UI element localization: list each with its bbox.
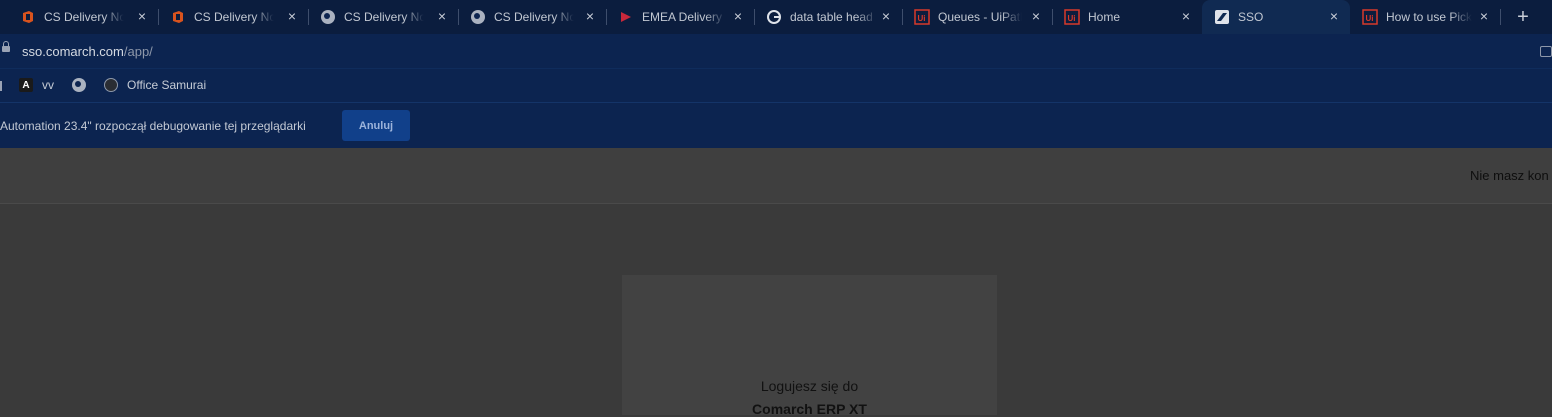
tab-how-to-use-pick[interactable]: Ui How to use Pick × xyxy=(1350,0,1498,34)
close-tab-icon[interactable]: × xyxy=(878,8,894,24)
github-icon xyxy=(104,78,118,92)
close-tab-icon[interactable]: × xyxy=(134,8,150,24)
close-tab-icon[interactable]: × xyxy=(582,8,598,24)
url-path: /app/ xyxy=(123,44,153,59)
no-account-link[interactable]: Nie masz kon xyxy=(1470,168,1549,183)
tab-separator xyxy=(458,9,459,25)
uipath-icon: Ui xyxy=(1362,9,1378,25)
power-bi-icon xyxy=(618,9,634,25)
close-tab-icon[interactable]: × xyxy=(284,8,300,24)
close-tab-icon[interactable]: × xyxy=(1476,8,1492,24)
tab-queues-uipath[interactable]: Ui Queues - UiPath × xyxy=(902,0,1052,34)
login-heading: Logujesz się do xyxy=(760,378,859,394)
tab-strip: CS Delivery Not × CS Delivery Not × CS D… xyxy=(0,0,1552,34)
debug-message: Automation 23.4" rozpoczął debugowanie t… xyxy=(0,119,306,133)
svg-text:Ui: Ui xyxy=(1068,14,1076,23)
tab-title: CS Delivery Not xyxy=(194,10,274,24)
lock-icon[interactable] xyxy=(2,41,10,52)
bookmark-office-samurai[interactable]: Office Samurai xyxy=(104,78,206,92)
tab-cs-delivery-4[interactable]: CS Delivery Not × xyxy=(458,0,606,34)
tab-title: SSO xyxy=(1238,10,1264,24)
close-tab-icon[interactable]: × xyxy=(1326,8,1342,24)
tab-title: data table head xyxy=(790,10,873,24)
tab-title: EMEA Delivery xyxy=(642,10,723,24)
bookmark-folder-edge-icon xyxy=(0,81,2,91)
tab-separator xyxy=(902,9,903,25)
office-icon xyxy=(20,9,36,25)
tab-separator xyxy=(158,9,159,25)
globe-icon xyxy=(72,78,86,92)
globe-icon xyxy=(470,9,486,25)
page-header: Nie masz kon xyxy=(0,148,1552,204)
bookmark-globe[interactable] xyxy=(72,78,86,92)
svg-text:Ui: Ui xyxy=(1366,14,1374,23)
close-tab-icon[interactable]: × xyxy=(730,8,746,24)
tab-home[interactable]: Ui Home × xyxy=(1052,0,1200,34)
svg-text:Ui: Ui xyxy=(918,14,926,23)
tab-separator xyxy=(308,9,309,25)
close-tab-icon[interactable]: × xyxy=(1028,8,1044,24)
office-icon xyxy=(170,9,186,25)
new-tab-button[interactable]: + xyxy=(1512,6,1534,28)
tab-title: Home xyxy=(1088,10,1121,24)
login-product-name: Comarch ERP XT xyxy=(752,401,867,417)
tab-separator xyxy=(606,9,607,25)
tab-separator xyxy=(1052,9,1053,25)
tab-title: Queues - UiPath xyxy=(938,10,1022,24)
url-host: sso.comarch.com xyxy=(22,44,124,59)
cancel-debug-button[interactable]: Anuluj xyxy=(342,110,410,141)
tab-separator xyxy=(1500,9,1501,25)
bookmark-vv[interactable]: A vv xyxy=(19,78,54,92)
login-card: Logujesz się do Comarch ERP XT xyxy=(622,275,997,417)
bookmarks-bar: A vv Office Samurai xyxy=(0,68,1552,102)
globe-icon xyxy=(320,9,336,25)
tab-title: CS Delivery Not xyxy=(44,10,124,24)
tab-data-table-head[interactable]: data table head × xyxy=(754,0,902,34)
tab-cs-delivery-3[interactable]: CS Delivery Not × xyxy=(308,0,458,34)
tab-title: How to use Pick xyxy=(1386,10,1472,24)
sso-icon xyxy=(1214,9,1230,25)
uipath-icon: Ui xyxy=(914,9,930,25)
tab-cs-delivery-2[interactable]: CS Delivery Not × xyxy=(158,0,308,34)
url-field[interactable]: sso.comarch.com/app/ xyxy=(22,44,153,59)
google-icon xyxy=(766,9,782,25)
tab-cs-delivery-1[interactable]: CS Delivery Not × xyxy=(8,0,158,34)
page-body: Logujesz się do Comarch ERP XT xyxy=(0,204,1552,417)
tab-title: CS Delivery Not xyxy=(344,10,424,24)
close-tab-icon[interactable]: × xyxy=(434,8,450,24)
address-bar[interactable]: sso.comarch.com/app/ xyxy=(0,34,1552,68)
tab-separator xyxy=(754,9,755,25)
share-icon[interactable] xyxy=(1540,46,1552,57)
a-icon: A xyxy=(19,78,33,92)
close-tab-icon[interactable]: × xyxy=(1178,8,1194,24)
bookmark-label: vv xyxy=(42,78,54,92)
tab-emea-delivery[interactable]: EMEA Delivery × xyxy=(606,0,754,34)
tab-sso-active[interactable]: SSO × xyxy=(1202,0,1350,34)
tab-title: CS Delivery Not xyxy=(494,10,574,24)
debug-infobar: Automation 23.4" rozpoczął debugowanie t… xyxy=(0,102,1552,148)
bookmark-label: Office Samurai xyxy=(127,78,207,92)
uipath-icon: Ui xyxy=(1064,9,1080,25)
